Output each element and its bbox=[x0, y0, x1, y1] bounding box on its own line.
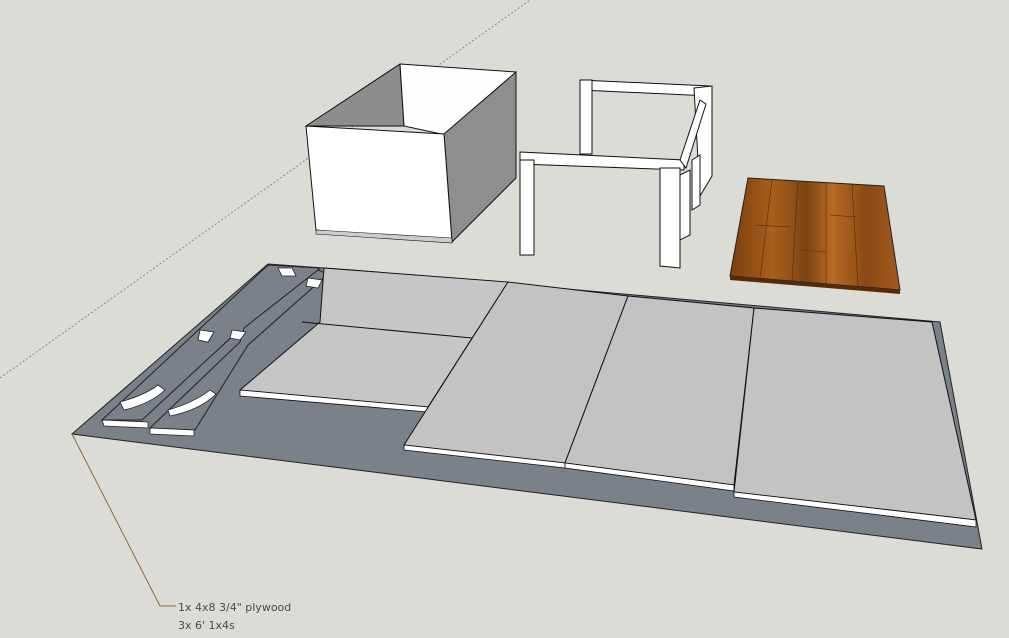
model-scene[interactable] bbox=[0, 0, 1009, 638]
text-annotation[interactable]: 1x 4x8 3/4" plywood 3x 6' 1x4s bbox=[178, 599, 291, 635]
wood-floor-sample[interactable] bbox=[729, 177, 901, 294]
open-box-model[interactable] bbox=[304, 63, 517, 244]
sketchup-viewport[interactable]: 1x 4x8 3/4" plywood 3x 6' 1x4s bbox=[0, 0, 1009, 638]
annotation-leader bbox=[71, 433, 176, 607]
annotation-line-2: 3x 6' 1x4s bbox=[178, 619, 235, 632]
annotation-line-1: 1x 4x8 3/4" plywood bbox=[178, 601, 292, 614]
table-frame-model[interactable] bbox=[519, 79, 713, 269]
